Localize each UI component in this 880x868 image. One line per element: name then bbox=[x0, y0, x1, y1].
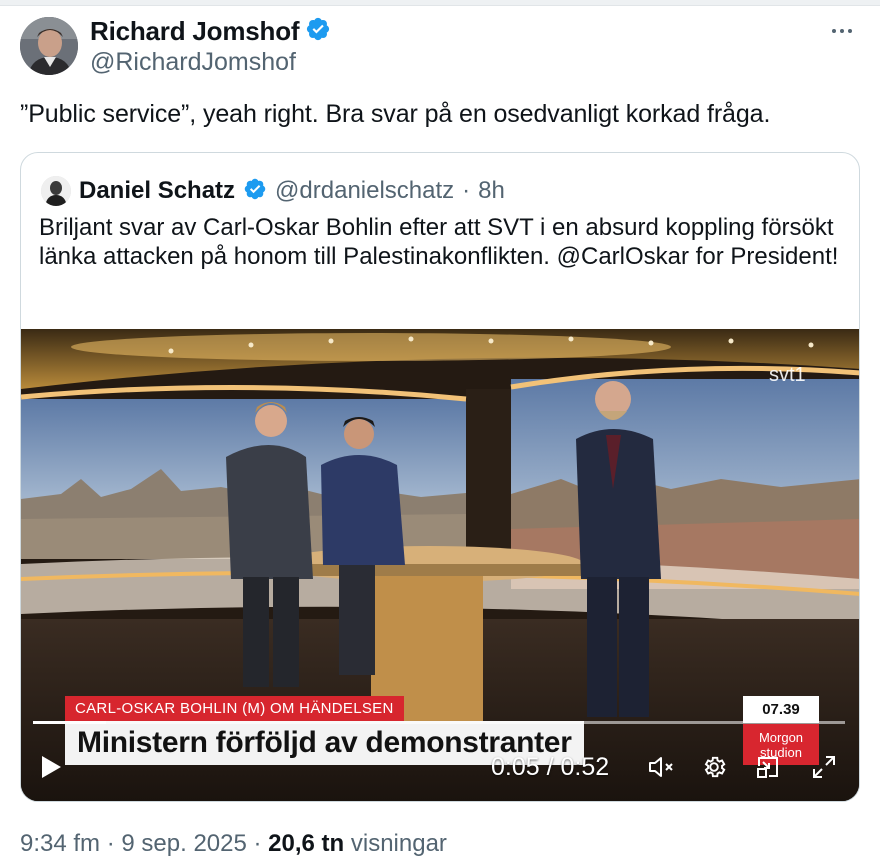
quoted-tweet[interactable]: Daniel Schatz @drdanielschatz · 8h Brilj… bbox=[20, 152, 860, 802]
picture-in-picture-icon[interactable] bbox=[751, 749, 785, 785]
video-time-readout: 0:05 / 0:52 bbox=[491, 753, 610, 781]
gear-icon[interactable] bbox=[697, 749, 731, 785]
quoted-timestamp: 8h bbox=[478, 177, 505, 204]
fullscreen-icon[interactable] bbox=[807, 749, 841, 785]
quoted-author-name: Daniel Schatz bbox=[79, 177, 236, 204]
video-player[interactable]: svt1 CARL-OSKAR BOHLIN (M) OM HÄNDELSEN … bbox=[21, 329, 859, 801]
tweet-time[interactable]: 9:34 fm bbox=[20, 830, 100, 857]
play-icon[interactable] bbox=[35, 749, 67, 785]
meta-separator: · bbox=[253, 830, 262, 857]
quoted-separator: · bbox=[462, 177, 471, 204]
lower-third-label: CARL-OSKAR BOHLIN (M) OM HÄNDELSEN bbox=[65, 696, 404, 721]
author-avatar[interactable] bbox=[20, 17, 78, 75]
views-label: visningar bbox=[350, 830, 447, 857]
video-progress-bar[interactable] bbox=[33, 721, 845, 724]
author-handle[interactable]: @RichardJomshof bbox=[90, 48, 331, 77]
quoted-author-handle: @drdanielschatz bbox=[275, 177, 455, 204]
video-progress-fill bbox=[33, 721, 107, 724]
mute-icon[interactable] bbox=[645, 749, 679, 785]
author-name[interactable]: Richard Jomshof bbox=[90, 16, 300, 47]
tweet-text: ”Public service”, yeah right. Bra svar p… bbox=[20, 100, 771, 128]
broadcast-clock: 07.39 bbox=[743, 696, 819, 723]
verified-badge-icon bbox=[243, 177, 267, 206]
channel-logo: svt1 bbox=[769, 364, 806, 386]
tweet-date[interactable]: 9 sep. 2025 bbox=[121, 830, 246, 857]
show-name-line1: Morgon bbox=[758, 730, 804, 745]
author-block: Richard Jomshof @RichardJomshof bbox=[90, 14, 331, 77]
verified-badge-icon bbox=[305, 16, 331, 47]
quoted-tweet-text: Briljant svar av Carl-Oskar Bohlin efter… bbox=[39, 214, 839, 270]
top-divider bbox=[0, 0, 880, 6]
tweet-meta: 9:34 fm · 9 sep. 2025 · 20,6 tn visninga… bbox=[20, 830, 447, 858]
quoted-author-avatar bbox=[41, 176, 71, 206]
views-count: 20,6 tn bbox=[268, 830, 345, 857]
meta-separator: · bbox=[106, 830, 115, 857]
quoted-tweet-header: Daniel Schatz @drdanielschatz · 8h bbox=[41, 173, 505, 209]
more-options-icon[interactable] bbox=[828, 22, 856, 40]
